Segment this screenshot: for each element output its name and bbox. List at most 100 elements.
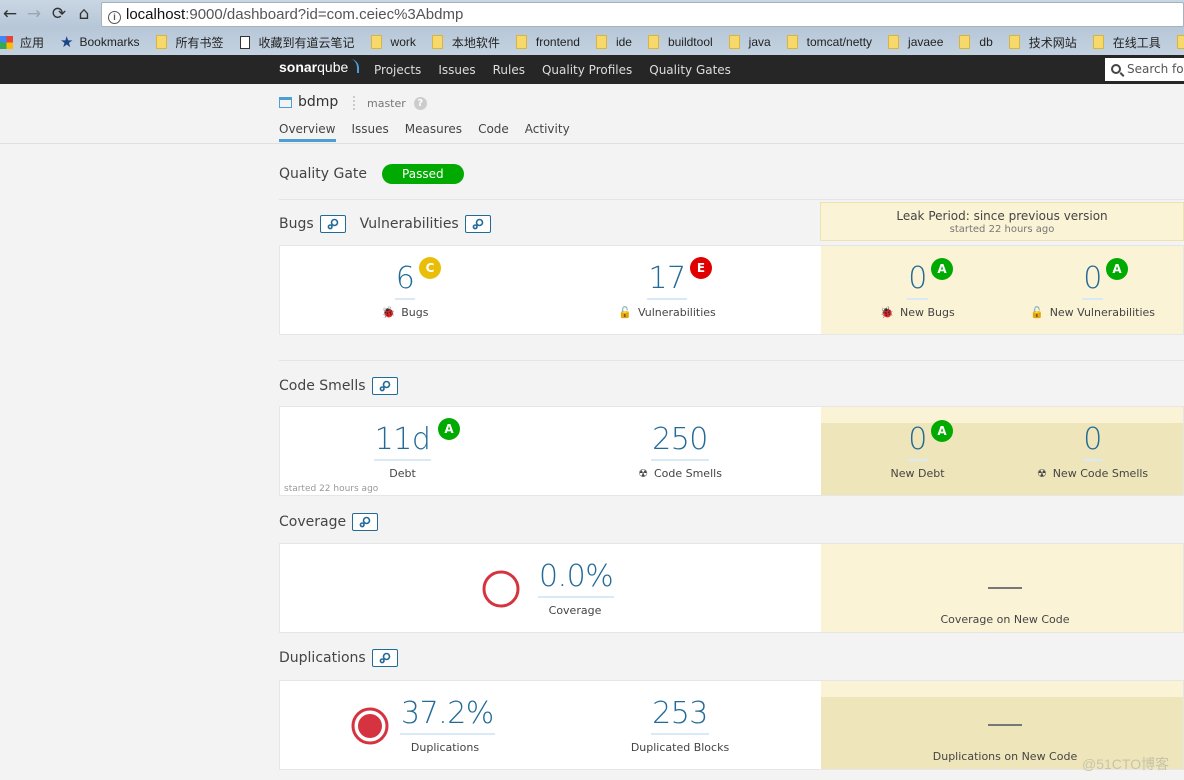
duplications-link-button[interactable] [371, 649, 398, 667]
bookmark-item[interactable]: 应用 [0, 34, 44, 51]
address-bar[interactable]: i localhost:9000/dashboard?id=com.ceiec%3… [101, 2, 1184, 27]
folder-icon [1092, 35, 1104, 49]
watermark: @51CTO博客 [1082, 756, 1170, 772]
link-icon [379, 380, 390, 392]
bookmark-item[interactable]: ide [595, 35, 632, 49]
bookmark-item[interactable]: javaee [888, 35, 943, 49]
tab-measures[interactable]: Measures [405, 122, 462, 141]
new-code-smells-metric[interactable]: 0 ☢ New Code Smells [1030, 423, 1155, 481]
duplications-metric[interactable]: 37.2% Duplications [400, 697, 495, 754]
bugs-vulns-title: Bugs Vulnerabilities [279, 215, 491, 233]
help-icon[interactable]: ? [413, 96, 427, 110]
bookmark-item[interactable]: work [370, 35, 416, 49]
coverage-metric[interactable]: 0.0% Coverage [538, 560, 615, 617]
branch-icon [353, 96, 357, 110]
sonarqube-logo[interactable]: sonarqube [279, 59, 360, 75]
new-coverage-metric[interactable]: Coverage on New Code [890, 574, 1120, 626]
browser-chrome: ← → ⟳ ⌂ i localhost:9000/dashboard?id=com… [0, 0, 1184, 55]
bookmark-item[interactable]: frontend [515, 35, 580, 49]
code-smell-icon: ☢ [1036, 467, 1047, 480]
search-icon [1111, 64, 1121, 74]
new-vulnerabilities-metric[interactable]: 0 🔓 New Vulnerabilities [1030, 262, 1155, 320]
bugs-link-button[interactable] [319, 215, 346, 233]
link-icon [359, 516, 371, 528]
bookmark-item[interactable]: 本地软件 [431, 34, 500, 51]
leak-panel [821, 681, 1183, 697]
nav-quality-profiles[interactable]: Quality Profiles [542, 63, 632, 77]
home-button[interactable]: ⌂ [74, 4, 94, 24]
debt-metric[interactable]: 11d Debt [370, 423, 435, 480]
bookmark-item[interactable]: ★ Bookmarks [60, 33, 139, 51]
folder-icon [888, 35, 900, 49]
branch-info: master? [353, 96, 427, 110]
folder-icon [515, 35, 527, 49]
info-icon[interactable]: i [108, 11, 121, 24]
page-icon [239, 35, 250, 49]
bookmark-item[interactable]: tomcat/netty [786, 35, 872, 49]
coverage-card: 0.0% Coverage Coverage on New Code [279, 543, 1184, 633]
nav-quality-gates[interactable]: Quality Gates [649, 63, 731, 77]
bug-icon: 🐞 [880, 306, 894, 319]
star-icon: ★ [60, 34, 74, 51]
reload-button[interactable]: ⟳ [49, 4, 69, 24]
project-name[interactable]: bdmp [279, 94, 338, 110]
new-bugs-rating[interactable]: A [931, 258, 953, 280]
duplicated-blocks-metric[interactable]: 253 Duplicated Blocks [625, 697, 735, 755]
forward-button[interactable]: → [24, 4, 44, 24]
code-smells-title: Code Smells [279, 377, 398, 395]
coverage-donut-icon [482, 570, 520, 608]
search-input[interactable]: Search for [1105, 58, 1184, 81]
no-value-dash [988, 724, 1022, 726]
no-value-dash [988, 587, 1022, 589]
bookmark-item[interactable]: 技术网站 [1008, 34, 1077, 51]
leak-panel [821, 407, 1183, 423]
folder-icon [786, 35, 798, 49]
bookmark-item[interactable]: db [959, 35, 993, 49]
link-icon [379, 652, 391, 664]
duplications-title: Duplications [279, 649, 398, 667]
bookmark-item[interactable]: java [728, 35, 771, 49]
leak-period-header: Leak Period: since previous version star… [820, 202, 1184, 241]
tab-activity[interactable]: Activity [525, 122, 570, 141]
back-button[interactable]: ← [0, 4, 20, 24]
tab-issues[interactable]: Issues [352, 122, 389, 141]
folder-icon [1176, 35, 1184, 49]
bookmark-item[interactable]: OS [1176, 35, 1184, 49]
bookmark-item[interactable]: buildtool [647, 35, 713, 49]
lock-icon: 🔓 [618, 306, 632, 319]
code-smells-link-button[interactable] [371, 377, 398, 395]
folder-icon [647, 35, 659, 49]
quality-gate-label: Quality Gate [279, 166, 368, 182]
divider [279, 360, 1184, 361]
top-navigation: sonarqube Projects Issues Rules Quality … [0, 55, 1184, 84]
logo-waves-icon [350, 59, 360, 73]
bookmark-item[interactable]: 所有书签 [155, 34, 224, 51]
project-tabs: Overview Issues Measures Code Activity [279, 122, 586, 142]
bookmark-item[interactable]: 收藏到有道云笔记 [239, 34, 355, 51]
coverage-link-button[interactable] [352, 513, 379, 531]
quality-gate: Quality Gate Passed [279, 164, 464, 184]
bug-icon: 🐞 [381, 306, 396, 319]
tab-overview[interactable]: Overview [279, 122, 336, 142]
duplications-indicator-icon [351, 707, 389, 745]
vulnerabilities-rating[interactable]: E [690, 257, 712, 279]
bugs-vulns-card: 6 🐞 Bugs C 17 🔓 Vulnerabilities E 0 🐞 New B… [279, 245, 1184, 335]
code-smell-icon: ☢ [638, 467, 648, 480]
code-smells-card: 11d Debt A 250 ☢ Code Smells started 22 h… [279, 406, 1184, 496]
folder-icon [959, 35, 971, 49]
nav-rules[interactable]: Rules [493, 63, 525, 77]
new-debt-rating[interactable]: A [931, 420, 953, 442]
quality-gate-status-badge[interactable]: Passed [382, 164, 464, 184]
bugs-rating[interactable]: C [419, 257, 441, 279]
debt-rating[interactable]: A [438, 418, 460, 440]
nav-projects[interactable]: Projects [374, 63, 421, 77]
link-icon [472, 218, 484, 230]
tab-code[interactable]: Code [478, 122, 509, 141]
new-vulnerabilities-rating[interactable]: A [1106, 258, 1128, 280]
folder-icon [1008, 35, 1020, 49]
folder-icon [595, 35, 607, 49]
bookmark-item[interactable]: 在线工具 [1092, 34, 1161, 51]
nav-issues[interactable]: Issues [438, 63, 475, 77]
vulnerabilities-link-button[interactable] [464, 215, 491, 233]
code-smells-metric[interactable]: 250 ☢ Code Smells [630, 423, 730, 481]
